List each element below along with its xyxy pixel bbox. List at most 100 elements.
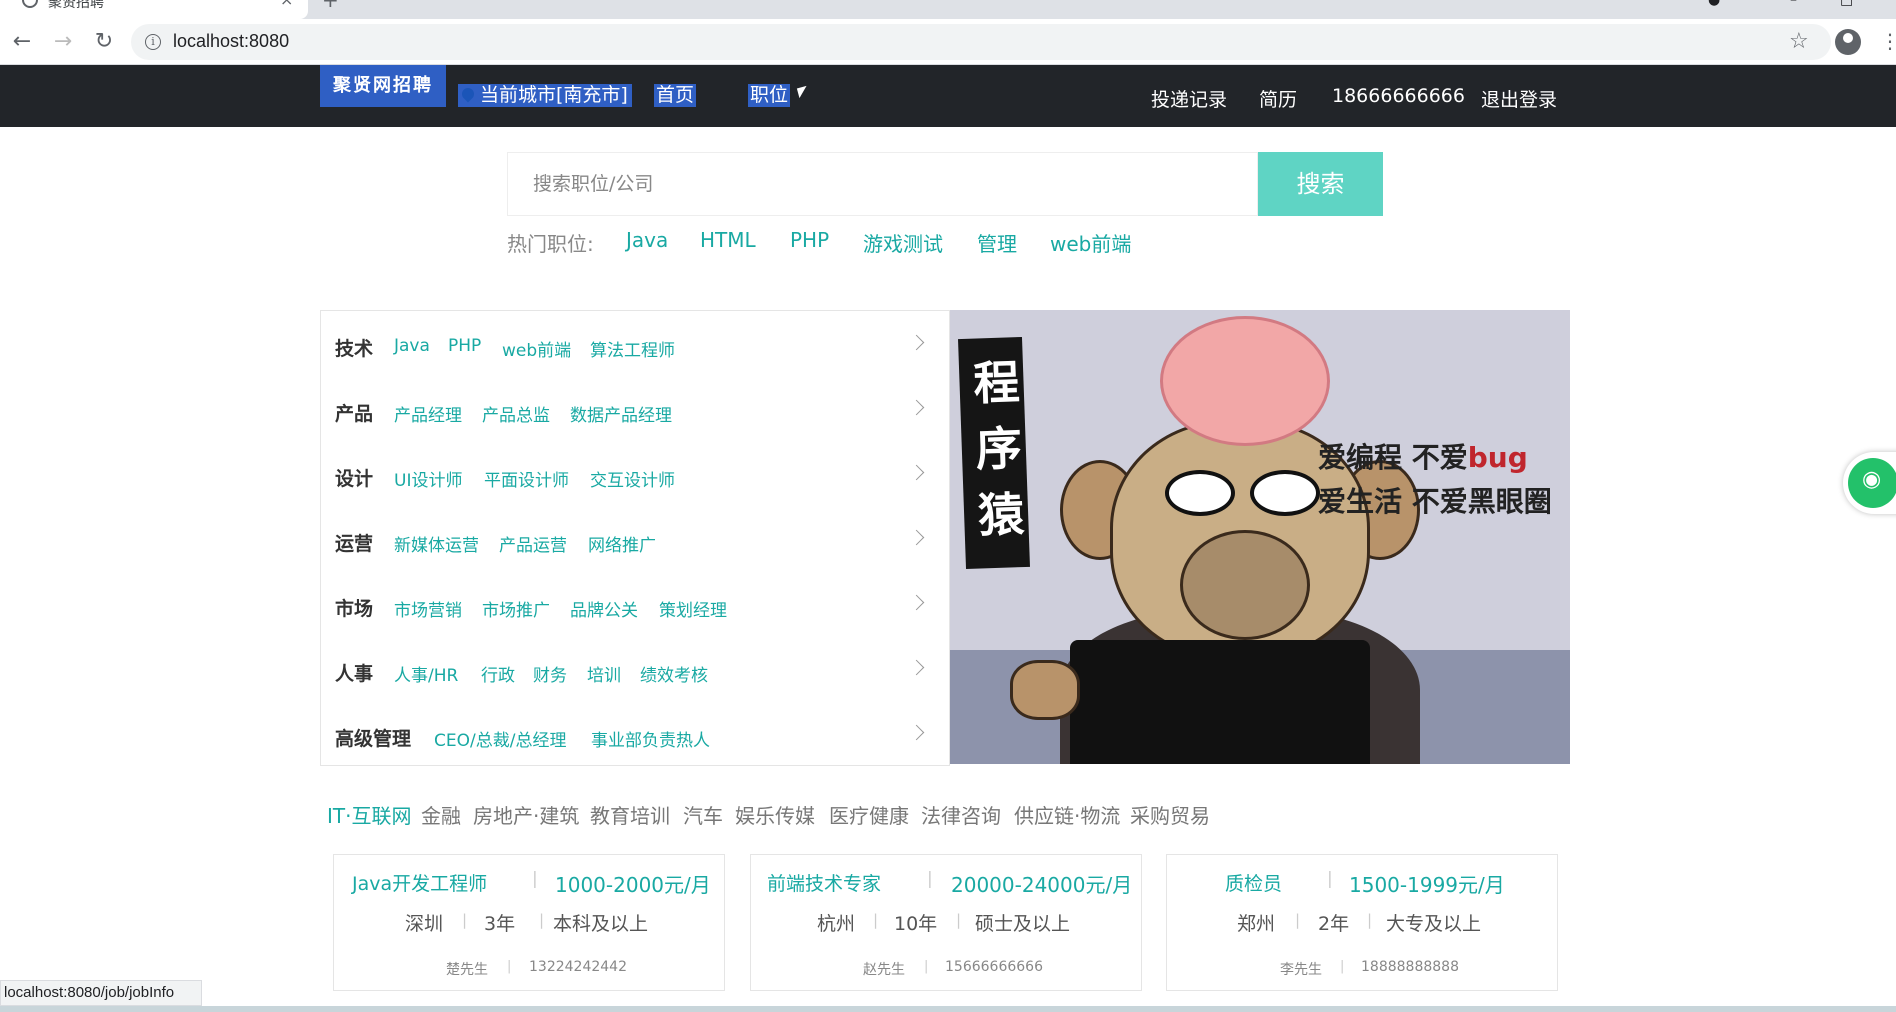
profile-icon[interactable] (1835, 29, 1861, 55)
address-bar[interactable]: i localhost:8080 ☆ (131, 24, 1831, 60)
job-contact: 楚先生 (446, 962, 488, 978)
city-selector[interactable]: 当前城市[南充市] (458, 84, 632, 107)
hot-job-link[interactable]: Java (626, 228, 668, 252)
minimize-icon[interactable]: – (1790, 0, 1797, 8)
industry-tab[interactable]: 法律咨询 (921, 800, 1001, 829)
industry-tab[interactable]: 娱乐传媒 (735, 800, 815, 829)
category-link[interactable]: web前端 (502, 336, 571, 361)
separator: | (924, 959, 929, 974)
category-link[interactable]: 市场推广 (482, 596, 550, 621)
category-link[interactable]: 人事/HR (394, 661, 458, 686)
chevron-right-icon (908, 594, 925, 611)
industry-tab[interactable]: 教育培训 (590, 800, 670, 829)
nav-phone[interactable]: 18666666666 (1332, 85, 1465, 107)
category-name: 市场 (335, 598, 374, 620)
bookmark-star-icon[interactable]: ☆ (1789, 29, 1809, 54)
job-education: 硕士及以上 (975, 913, 1071, 935)
mouse-cursor-icon (796, 85, 810, 99)
category-link[interactable]: PHP (448, 336, 481, 356)
category-row-design[interactable]: 设计 UI设计师 平面设计师 交互设计师 (321, 441, 951, 506)
category-link[interactable]: 市场营销 (394, 596, 462, 621)
category-link[interactable]: 产品运营 (499, 531, 567, 556)
category-link[interactable]: 培训 (587, 661, 621, 686)
nav-resume[interactable]: 简历 (1259, 85, 1297, 112)
reload-icon[interactable]: ↻ (90, 28, 118, 56)
job-city: 深圳 (405, 913, 444, 935)
category-row-tech[interactable]: 技术 Java PHP web前端 算法工程师 (321, 311, 951, 376)
category-link[interactable]: 财务 (533, 661, 567, 686)
info-icon[interactable]: i (145, 34, 161, 50)
site-nav: 聚贤网招聘 当前城市[南充市] 首页 职位 投递记录 简历 1866666666… (0, 65, 1896, 127)
menu-icon[interactable]: ⋮ (1880, 29, 1896, 53)
category-link[interactable]: 平面设计师 (484, 466, 569, 491)
industry-tab[interactable]: 医疗健康 (829, 800, 909, 829)
job-title[interactable]: 质检员 (1225, 869, 1282, 896)
industry-tab[interactable]: 汽车 (683, 800, 723, 829)
category-link[interactable]: 策划经理 (659, 596, 727, 621)
job-card[interactable]: Java开发工程师 | 1000-2000元/月 深圳 | 3年 | 本科及以上… (333, 854, 725, 991)
job-card[interactable]: 质检员 | 1500-1999元/月 郑州 | 2年 | 大专及以上 李先生 |… (1166, 854, 1558, 991)
forward-icon[interactable]: → (49, 28, 77, 56)
hot-job-link[interactable]: web前端 (1050, 228, 1131, 257)
wifi-icon[interactable] (1843, 452, 1896, 514)
separator: | (956, 911, 962, 929)
hot-job-link[interactable]: PHP (790, 228, 829, 252)
category-link[interactable]: 网络推广 (588, 531, 656, 556)
nav-logout[interactable]: 退出登录 (1481, 85, 1557, 112)
category-link[interactable]: Java (394, 336, 430, 356)
hot-jobs-label: 热门职位: (507, 232, 594, 256)
monkey-eye (1165, 470, 1235, 516)
job-title[interactable]: Java开发工程师 (352, 869, 487, 896)
banner-image[interactable]: 程序猿 爱编程 不爱bug 爱生活 不爱黑眼圈 (950, 310, 1570, 764)
industry-tab-it[interactable]: IT·互联网 (327, 800, 411, 829)
category-link[interactable]: 产品总监 (482, 401, 550, 426)
hot-job-link[interactable]: 游戏测试 (863, 228, 943, 257)
browser-tab[interactable]: 聚贤招聘 × (0, 0, 308, 19)
category-row-product[interactable]: 产品 产品经理 产品总监 数据产品经理 (321, 376, 951, 441)
job-title[interactable]: 前端技术专家 (767, 869, 881, 896)
industry-tab[interactable]: 供应链·物流 (1014, 800, 1120, 829)
category-link[interactable]: 交互设计师 (590, 466, 675, 491)
category-link[interactable]: 数据产品经理 (570, 401, 672, 426)
slogan-text: 爱编程 不爱 (1318, 441, 1468, 474)
extension-icon[interactable]: ● (1708, 0, 1720, 8)
close-icon[interactable]: × (280, 0, 293, 9)
nav-home[interactable]: 首页 (654, 84, 697, 107)
category-row-market[interactable]: 市场 市场营销 市场推广 品牌公关 策划经理 (321, 571, 951, 636)
industry-tab[interactable]: 金融 (421, 800, 461, 829)
url-text[interactable]: localhost:8080 (173, 31, 289, 52)
category-link[interactable]: 算法工程师 (590, 336, 675, 361)
separator: | (927, 869, 933, 889)
category-link[interactable]: CEO/总裁/总经理 (434, 726, 566, 751)
industry-tab[interactable]: 房地产·建筑 (473, 800, 579, 829)
category-link[interactable]: 产品经理 (394, 401, 462, 426)
category-name: 高级管理 (335, 728, 412, 750)
category-link[interactable]: 行政 (481, 661, 515, 686)
slogan-bug: bug (1467, 441, 1528, 474)
separator: | (873, 911, 879, 929)
job-contact: 李先生 (1280, 962, 1322, 978)
industry-tab[interactable]: 采购贸易 (1130, 800, 1210, 829)
category-link[interactable]: 新媒体运营 (394, 531, 479, 556)
search-button[interactable]: 搜索 (1258, 152, 1383, 216)
separator: | (1295, 911, 1301, 929)
category-link[interactable]: 品牌公关 (570, 596, 638, 621)
category-link[interactable]: 事业部负责热人 (591, 726, 710, 751)
category-row-mgmt[interactable]: 高级管理 CEO/总裁/总经理 事业部负责热人 (321, 701, 951, 766)
category-link[interactable]: UI设计师 (394, 466, 462, 491)
job-years: 3年 (484, 913, 516, 935)
category-name: 设计 (335, 468, 374, 490)
category-row-ops[interactable]: 运营 新媒体运营 产品运营 网络推广 (321, 506, 951, 571)
new-tab-icon[interactable]: + (322, 0, 339, 12)
search-input[interactable] (508, 153, 1259, 215)
back-icon[interactable]: ← (8, 28, 36, 56)
maximize-icon[interactable]: □ (1840, 0, 1853, 8)
nav-applications[interactable]: 投递记录 (1151, 85, 1227, 112)
category-link[interactable]: 绩效考核 (640, 661, 708, 686)
site-logo[interactable]: 聚贤网招聘 (320, 65, 446, 107)
nav-jobs[interactable]: 职位 (748, 84, 791, 107)
hot-job-link[interactable]: HTML (700, 228, 756, 252)
job-card[interactable]: 前端技术专家 | 20000-24000元/月 杭州 | 10年 | 硕士及以上… (750, 854, 1142, 991)
category-row-hr[interactable]: 人事 人事/HR 行政 财务 培训 绩效考核 (321, 636, 951, 701)
hot-job-link[interactable]: 管理 (977, 228, 1017, 257)
